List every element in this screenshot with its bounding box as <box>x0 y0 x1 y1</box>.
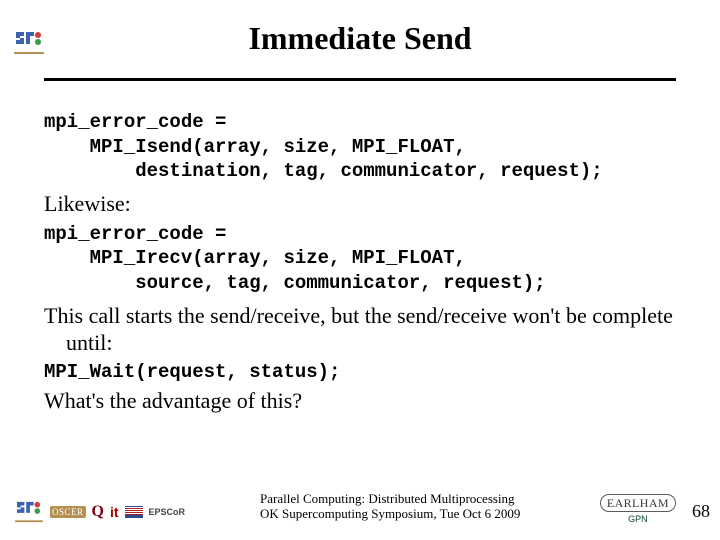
footer-line-2: OK Supercomputing Symposium, Tue Oct 6 2… <box>260 506 520 522</box>
code-irecv: mpi_error_code = MPI_Irecv(array, size, … <box>44 222 676 296</box>
footer: OSCER Q it EPSCoR Parallel Computing: Di… <box>0 478 720 524</box>
oscer-logo: OSCER <box>50 500 86 524</box>
code-isend: mpi_error_code = MPI_Isend(array, size, … <box>44 110 676 184</box>
slide: Immediate Send mpi_error_code = MPI_Isen… <box>0 0 720 540</box>
content-area: mpi_error_code = MPI_Isend(array, size, … <box>44 110 676 418</box>
footer-right-logos: EARLHAM GPN <box>600 494 676 524</box>
footer-logos: OSCER Q it EPSCoR <box>14 500 185 524</box>
epscor-logo: EPSCoR <box>149 500 186 524</box>
sc-logo-footer-icon <box>14 500 44 524</box>
text-question: What's the advantage of this? <box>44 387 676 415</box>
code-wait: MPI_Wait(request, status); <box>44 361 676 383</box>
page-number: 68 <box>692 501 710 522</box>
title-underline <box>44 78 676 81</box>
text-likewise: Likewise: <box>44 190 676 218</box>
it-logo: it <box>110 500 119 524</box>
slide-title: Immediate Send <box>0 20 720 57</box>
text-explain: This call starts the send/receive, but t… <box>44 302 676 357</box>
footer-line-1: Parallel Computing: Distributed Multipro… <box>260 491 520 507</box>
footer-caption: Parallel Computing: Distributed Multipro… <box>260 491 520 522</box>
gpn-logo: GPN <box>628 514 648 524</box>
earlham-logo: EARLHAM <box>600 494 676 512</box>
flag-icon <box>125 500 143 524</box>
ou-logo: Q <box>92 500 104 524</box>
